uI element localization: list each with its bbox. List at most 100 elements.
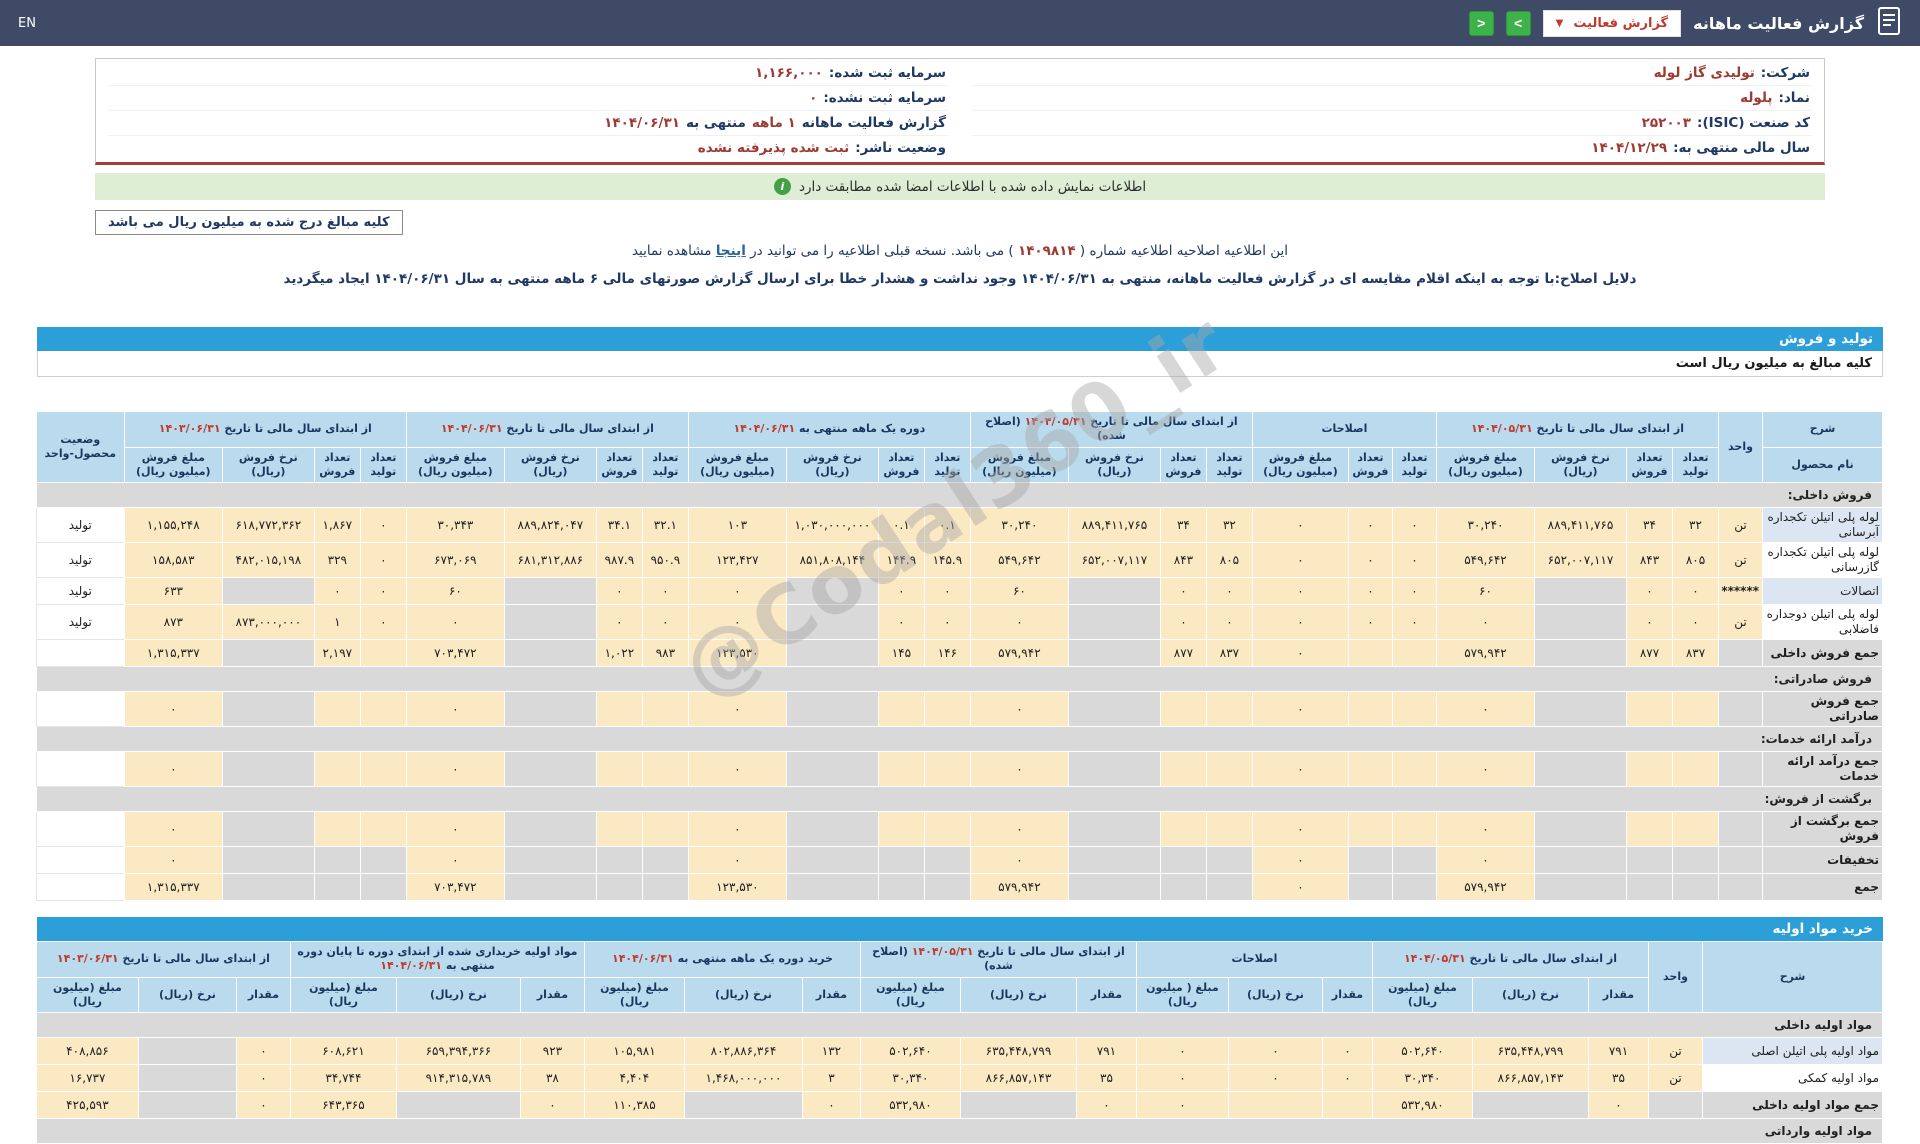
value-cell: ۳۰,۳۴۰	[859, 1064, 961, 1093]
value-cell: ۰	[687, 811, 787, 848]
value-cell: ۰	[1435, 751, 1536, 788]
value-cell: ۰	[1588, 1091, 1649, 1120]
table-row: جمع درآمد ارائه خدمات ۰ ۰ ۰ ۰ ۰ ۰	[35, 751, 1883, 788]
value-cell	[221, 751, 315, 788]
value-cell	[1534, 751, 1627, 788]
value-cell	[313, 846, 361, 875]
value-cell: ۶۰	[405, 577, 505, 606]
value-cell: ۸۸۹,۴۱۱,۷۶۵	[1067, 507, 1161, 544]
column-header: مبلغ (میلیون ریال)	[859, 976, 961, 1014]
previous-version-link[interactable]: اینجا	[716, 243, 746, 259]
value-cell: ۰	[1251, 811, 1349, 848]
value-cell: ۰	[641, 604, 689, 641]
previous-report-button[interactable]: <	[1468, 10, 1494, 36]
value-cell	[1067, 811, 1161, 848]
row-label: مواد اولیه پلی اتیلن اصلی	[1702, 1037, 1883, 1066]
column-header: تعداد فروش	[877, 446, 925, 484]
unit-cell: تن	[1648, 1037, 1703, 1066]
value-cell	[785, 751, 879, 788]
value-cell	[1472, 1091, 1589, 1120]
column-group-header: خرید دوره یک ماهه منتهی به ۱۴۰۴/۰۶/۳۱	[583, 941, 861, 978]
info-value: ثبت شده پذیرفته نشده	[697, 140, 850, 156]
value-cell: ۵۴۹,۶۴۲	[969, 542, 1069, 579]
value-cell: ۰	[1347, 507, 1393, 544]
value-cell: ۹۵۰.۹	[641, 542, 689, 579]
status-cell	[35, 639, 125, 668]
table-row: لوله پلی اتیلن تکجداره آبرسانی تن ۳۲ ۳۴ ۸۸۹,…	[35, 507, 1883, 544]
company-info-panel: شرکت: تولیدی گاز لوله نماد: پلوله کد صنعت (I…	[95, 58, 1825, 165]
value-cell: ۰	[1135, 1064, 1229, 1093]
report-type-dropdown[interactable]: گزارش فعالیت ▼	[1542, 9, 1682, 37]
value-cell: ۸۸۹,۴۱۱,۷۶۵	[1534, 507, 1627, 544]
value-cell: ۰	[405, 691, 505, 728]
column-header: مقدار	[801, 976, 861, 1014]
column-header: نرخ فروش (ریال)	[1534, 446, 1627, 484]
next-report-button[interactable]: >	[1505, 10, 1531, 36]
value-cell: ۰	[405, 811, 505, 848]
column-header: مبلغ فروش (میلیون ریال)	[1251, 446, 1349, 484]
value-cell: ۶۸۱,۳۱۲,۸۸۶	[503, 542, 597, 579]
section-production-sales: تولید و فروش	[37, 327, 1883, 351]
company-info-row: گزارش فعالیت ماهانه ۱ ماهه منتهی به ۱۴۰۴/۰۶…	[108, 111, 948, 136]
value-cell	[923, 691, 971, 728]
column-header: تعداد تولید	[641, 446, 689, 484]
value-cell: ۳۲	[1205, 507, 1253, 544]
company-info-row: وضعیت ناشر: ثبت شده پذیرفته نشده	[108, 136, 948, 160]
value-cell	[503, 811, 597, 848]
value-cell: ۱۰۵,۹۸۱	[583, 1037, 685, 1066]
value-cell	[923, 811, 971, 848]
column-header: تعداد تولید	[359, 446, 407, 484]
value-cell: ۰	[923, 577, 971, 606]
value-cell: ۶۱۸,۷۷۲,۳۶۲	[221, 507, 315, 544]
value-cell	[877, 811, 925, 848]
value-cell: ۰	[1251, 691, 1349, 728]
value-cell: ۸۷۷	[1159, 639, 1207, 668]
value-cell	[1159, 751, 1207, 788]
value-cell: ۰	[1227, 1064, 1323, 1093]
language-toggle-link[interactable]: EN	[18, 16, 36, 31]
value-cell: ۰	[123, 846, 223, 875]
company-info-row: سرمایه ثبت شده: ۱,۱۶۶,۰۰۰	[108, 61, 948, 86]
value-cell	[1347, 639, 1393, 668]
value-cell	[1626, 846, 1673, 875]
value-cell: ۰	[1391, 577, 1437, 606]
column-header: مبلغ (میلیون ریال)	[583, 976, 685, 1014]
value-cell: ۰	[969, 691, 1069, 728]
value-cell	[785, 811, 879, 848]
value-cell	[1067, 639, 1161, 668]
value-cell	[641, 811, 689, 848]
column-header: مبلغ فروش (میلیون ریال)	[123, 446, 223, 484]
column-header: تعداد تولید	[1672, 446, 1719, 484]
column-group-header: از ابتدای سال مالی تا تاریخ ۱۴۰۴/۰۵/۳۱ (…	[859, 941, 1137, 978]
value-cell	[641, 751, 689, 788]
value-cell: ۶۳۳	[123, 577, 223, 606]
value-cell: ۹۲۳	[519, 1037, 585, 1066]
value-cell: ۸۶۶,۸۵۷,۱۴۳	[959, 1064, 1077, 1093]
value-cell	[785, 873, 879, 902]
value-cell: ۶۵۲,۰۰۷,۱۱۷	[1534, 542, 1627, 579]
table-row: لوله پلی اتیلن دوجداره فاضلابی تن ۰ ۰ ۰ ۰ ۰ ۰ ۰ ۰…	[35, 604, 1883, 641]
value-cell	[1205, 751, 1253, 788]
row-label: لوله پلی اتیلن تکجداره آبرسانی	[1762, 507, 1883, 544]
value-cell: ۱,۳۱۵,۳۳۷	[123, 639, 223, 668]
value-cell	[1672, 846, 1719, 875]
value-cell: ۰	[1435, 604, 1536, 641]
unit-cell: تن	[1718, 507, 1763, 544]
value-cell: ۰	[595, 577, 643, 606]
value-cell: ۳۴.۱	[595, 507, 643, 544]
row-label: جمع برگشت از فروش	[1762, 811, 1883, 848]
info-label: منتهی به	[685, 115, 746, 131]
value-cell	[503, 751, 597, 788]
value-cell: ۰	[1075, 1091, 1137, 1120]
row-label: جمع درآمد ارائه خدمات	[1762, 751, 1883, 788]
value-cell: ۰	[969, 846, 1069, 875]
company-info-left-column: سرمایه ثبت شده: ۱,۱۶۶,۰۰۰ سرمایه ثبت نشده:…	[96, 59, 960, 162]
status-cell	[35, 751, 125, 788]
value-cell	[395, 1091, 521, 1120]
info-value: پلوله	[1740, 90, 1773, 106]
value-cell: ۶۴۳,۳۶۵	[289, 1091, 397, 1120]
value-cell: ۰	[519, 1091, 585, 1120]
value-cell	[1227, 1091, 1323, 1120]
column-header: نرخ (ریال)	[395, 976, 521, 1014]
row-label: اتصالات	[1762, 577, 1883, 606]
